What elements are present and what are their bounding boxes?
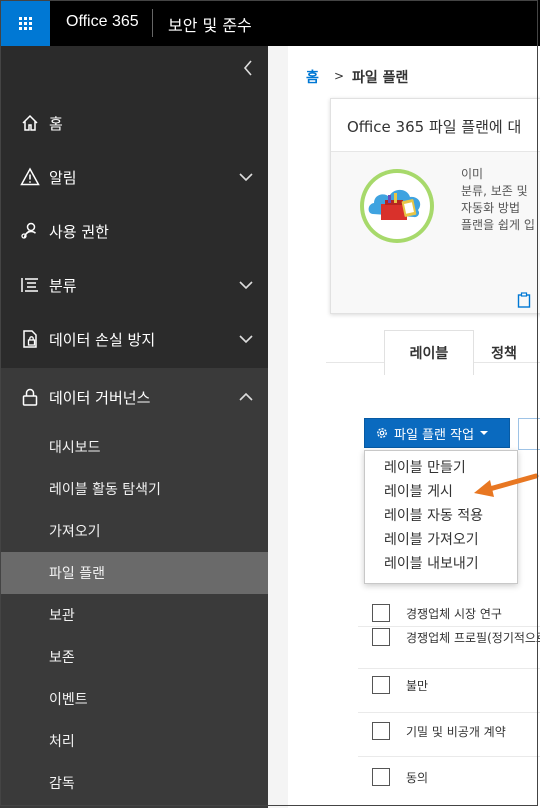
lock-icon: [22, 388, 38, 406]
row-checkbox[interactable]: [372, 628, 390, 646]
sidebar-subitem-import[interactable]: 가져오기: [0, 510, 268, 552]
file-plan-actions-button[interactable]: 파일 플랜 작업: [364, 418, 510, 448]
caret-down-icon: [480, 431, 489, 435]
sidebar-subitem-label: 보존: [49, 650, 75, 666]
collapse-icon[interactable]: [240, 58, 256, 78]
alert-icon: [20, 167, 40, 186]
sidebar-item-alerts[interactable]: 알림: [0, 150, 268, 204]
sidebar-subitem-dashboard[interactable]: 대시보드: [0, 426, 268, 468]
waffle-icon: [18, 16, 32, 30]
sidebar-subitem-label: 처리: [49, 734, 75, 750]
row-divider: [358, 668, 540, 669]
clipboard-icon[interactable]: [517, 292, 531, 308]
card-body: 이미 분류, 보존 및 자동화 방법 플랜을 쉽게 입: [331, 151, 540, 313]
sidebar-subitem-file-plan[interactable]: 파일 플랜: [0, 552, 268, 594]
sidebar-subitem-retention[interactable]: 보존: [0, 636, 268, 678]
breadcrumb-separator: >: [334, 69, 345, 83]
row-label: 경쟁업체 프로필(정기적으로: [406, 631, 540, 645]
dlp-icon: [23, 330, 37, 348]
row-label: 기밀 및 비공개 계약: [406, 725, 506, 739]
sidebar-subitem-label: 이벤트: [49, 692, 88, 708]
app-launcher-button[interactable]: [0, 0, 50, 46]
card-line: 플랜을 쉽게 입: [461, 218, 535, 232]
home-icon: [22, 114, 38, 131]
secondary-button[interactable]: [518, 418, 540, 450]
list-item[interactable]: 경쟁업체 프로필(정기적으로: [370, 624, 540, 654]
card-line: 자동화 방법: [461, 201, 521, 215]
sidebar-subitem-label: 파일 플랜: [49, 566, 105, 582]
tab-policies[interactable]: 정책: [474, 330, 534, 376]
sidebar-item-classification[interactable]: 분류: [0, 258, 268, 312]
menu-item-auto-apply-label[interactable]: 레이블 자동 적용: [365, 503, 517, 527]
chevron-down-icon: [239, 281, 253, 290]
sidebar-subitem-supervision[interactable]: 감독: [0, 762, 268, 804]
sidebar-subitem-label-explorer[interactable]: 레이블 활동 탐색기: [0, 468, 268, 510]
card-description: 이미 분류, 보존 및 자동화 방법 플랜을 쉽게 입: [461, 166, 535, 234]
breadcrumb-home-link[interactable]: 홈: [306, 67, 319, 87]
brand-name[interactable]: Office 365: [66, 13, 139, 31]
sidebar-item-permissions[interactable]: 사용 권한: [0, 204, 268, 258]
chevron-down-icon: [239, 173, 253, 182]
card-line: 이미: [461, 167, 484, 181]
sidebar: 홈 알림 사용 권한 분류 데이터 손실 방지 데이터 거버넌스 대시보드 레이…: [0, 46, 268, 808]
chevron-up-icon: [239, 392, 253, 401]
sidebar-item-label: 사용 권한: [49, 222, 109, 241]
top-bar: Office 365 보안 및 준수: [0, 0, 540, 46]
list-item[interactable]: 동의: [370, 764, 540, 794]
chevron-down-icon: [239, 335, 253, 344]
card-header: Office 365 파일 플랜에 대: [331, 99, 540, 151]
sidebar-item-dlp[interactable]: 데이터 손실 방지: [0, 312, 268, 366]
file-plan-actions-label: 파일 플랜 작업: [394, 427, 475, 443]
divider: [152, 9, 153, 37]
permissions-icon: [21, 222, 37, 239]
card-line: 분류, 보존 및: [461, 184, 528, 198]
tab-labels-label: 레이블: [409, 346, 449, 362]
row-checkbox[interactable]: [372, 722, 390, 740]
row-label: 불만: [406, 679, 429, 693]
list-item[interactable]: 기밀 및 비공개 계약: [370, 718, 540, 748]
sidebar-subitem-label: 보관: [49, 608, 75, 624]
tab-policies-label: 정책: [491, 346, 517, 362]
row-divider: [358, 756, 540, 757]
row-checkbox[interactable]: [372, 604, 390, 622]
row-checkbox[interactable]: [372, 676, 390, 694]
classification-icon: [21, 278, 38, 292]
sidebar-subitem-label: 감독: [49, 776, 75, 792]
row-checkbox[interactable]: [372, 768, 390, 786]
sidebar-item-label: 데이터 거버넌스: [49, 388, 151, 407]
sidebar-subitem-disposition[interactable]: 처리: [0, 720, 268, 762]
sidebar-item-label: 알림: [49, 168, 77, 187]
sidebar-item-label: 분류: [49, 276, 77, 295]
intro-card: Office 365 파일 플랜에 대 이미 분류, 보존 및 자동화 방법 플…: [330, 98, 540, 314]
sidebar-subitem-events[interactable]: 이벤트: [0, 678, 268, 720]
sidebar-subitem-label: 대시보드: [49, 440, 101, 456]
breadcrumb-current: 파일 플랜: [352, 70, 409, 86]
sidebar-item-label: 데이터 손실 방지: [49, 330, 156, 349]
sidebar-item-home[interactable]: 홈: [0, 96, 268, 150]
row-label: 경쟁업체 시장 연구: [406, 607, 502, 621]
row-label: 동의: [406, 771, 429, 785]
annotation-arrow-icon: [474, 473, 539, 497]
row-divider: [358, 712, 540, 713]
app-title[interactable]: 보안 및 준수: [168, 12, 252, 36]
sidebar-item-data-governance[interactable]: 데이터 거버넌스: [0, 370, 268, 424]
card-title: Office 365 파일 플랜에 대: [347, 118, 522, 136]
menu-item-import-label[interactable]: 레이블 가져오기: [365, 527, 517, 551]
list-item[interactable]: 불만: [370, 672, 540, 702]
sidebar-subitem-archive[interactable]: 보관: [0, 594, 268, 636]
sidebar-subitem-label: 가져오기: [49, 524, 101, 540]
cloud-toolbox-illustration-icon: [360, 169, 434, 243]
menu-item-export-label[interactable]: 레이블 내보내기: [365, 551, 517, 575]
sidebar-subitem-label: 레이블 활동 탐색기: [49, 482, 161, 498]
tab-labels[interactable]: 레이블: [384, 330, 474, 375]
sidebar-item-label: 홈: [49, 114, 63, 133]
gear-icon: [377, 428, 387, 438]
